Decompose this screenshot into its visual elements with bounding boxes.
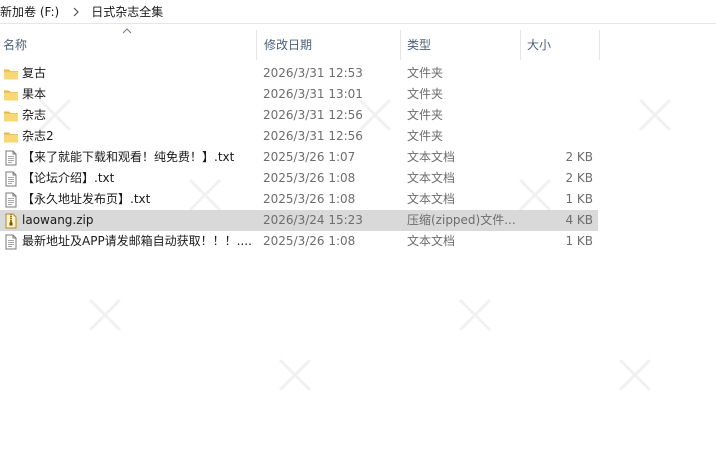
column-header-name[interactable]: 名称: [0, 30, 256, 60]
file-name: 【来了就能下载和观看！纯免费！】.txt: [22, 150, 235, 164]
file-name: 杂志: [22, 108, 47, 122]
file-size: 2 KB: [565, 150, 593, 164]
file-type: 文件夹: [407, 66, 444, 80]
file-size: 1 KB: [565, 234, 593, 248]
file-row[interactable]: 杂志2 2026/3/31 12:56 文件夹: [0, 126, 598, 147]
file-list: 复古 2026/3/31 12:53 文件夹 果本 2026/3/31 13:01 文件夹…: [0, 63, 600, 252]
text-file-icon: [3, 234, 19, 250]
file-name: 果本: [22, 87, 47, 101]
text-file-icon: [3, 192, 19, 208]
file-date-modified: 2025/3/26 1:08: [263, 171, 356, 185]
zip-file-icon: [3, 213, 19, 229]
file-explorer-window: 新加卷 (F:) 日式杂志全集 名称 修改日期 类型 大小 复古 2026/3/3…: [0, 0, 716, 451]
file-size: 1 KB: [565, 192, 593, 206]
file-type: 文本文档: [407, 192, 456, 206]
file-type: 文本文档: [407, 171, 456, 185]
folder-icon: [3, 66, 19, 82]
file-date-modified: 2026/3/31 12:56: [263, 129, 363, 143]
file-date-modified: 2026/3/24 15:23: [263, 213, 363, 227]
file-size: 4 KB: [565, 213, 593, 227]
column-header-date[interactable]: 修改日期: [256, 30, 400, 60]
file-row[interactable]: laowang.zip 2026/3/24 15:23 压缩(zipped)文件..…: [0, 210, 598, 231]
file-type: 压缩(zipped)文件...: [407, 213, 516, 227]
file-name: 杂志2: [22, 129, 54, 143]
file-type: 文件夹: [407, 87, 444, 101]
file-date-modified: 2025/3/26 1:07: [263, 150, 356, 164]
text-file-icon: [3, 150, 19, 166]
file-size: [520, 84, 593, 105]
file-size: [520, 63, 593, 84]
sort-ascending-icon: [122, 28, 132, 34]
file-name: 最新地址及APP请发邮箱自动获取！！！....: [22, 234, 252, 248]
column-header-type[interactable]: 类型: [400, 30, 520, 60]
file-size: 2 KB: [565, 171, 593, 185]
file-date-modified: 2026/3/31 13:01: [263, 87, 363, 101]
folder-icon: [3, 87, 19, 103]
file-row[interactable]: 【论坛介绍】.txt 2025/3/26 1:08 文本文档 2 KB: [0, 168, 598, 189]
column-header-size[interactable]: 大小: [520, 30, 600, 60]
file-date-modified: 2025/3/26 1:08: [263, 192, 356, 206]
file-type: 文件夹: [407, 129, 444, 143]
file-type: 文本文档: [407, 150, 456, 164]
breadcrumb-item-folder[interactable]: 日式杂志全集: [89, 3, 165, 20]
breadcrumb-item-drive[interactable]: 新加卷 (F:): [0, 3, 61, 20]
breadcrumb: 新加卷 (F:) 日式杂志全集: [0, 0, 716, 24]
file-name: 复古: [22, 66, 47, 80]
text-file-icon: [3, 171, 19, 187]
file-name: laowang.zip: [22, 213, 94, 227]
chevron-right-icon[interactable]: [69, 7, 83, 17]
file-row[interactable]: 【永久地址发布页】.txt 2025/3/26 1:08 文本文档 1 KB: [0, 189, 598, 210]
file-date-modified: 2025/3/26 1:08: [263, 234, 356, 248]
column-header-row: 名称 修改日期 类型 大小: [0, 28, 600, 60]
file-row[interactable]: 复古 2026/3/31 12:53 文件夹: [0, 63, 598, 84]
file-row[interactable]: 【来了就能下载和观看！纯免费！】.txt 2025/3/26 1:07 文本文档 2 …: [0, 147, 598, 168]
file-size: [520, 126, 593, 147]
folder-icon: [3, 108, 19, 124]
file-name: 【永久地址发布页】.txt: [22, 192, 151, 206]
file-date-modified: 2026/3/31 12:53: [263, 66, 363, 80]
file-size: [520, 105, 593, 126]
folder-icon: [3, 129, 19, 145]
file-name: 【论坛介绍】.txt: [22, 171, 115, 185]
file-date-modified: 2026/3/31 12:56: [263, 108, 363, 122]
file-type: 文本文档: [407, 234, 456, 248]
file-row[interactable]: 果本 2026/3/31 13:01 文件夹: [0, 84, 598, 105]
file-row[interactable]: 最新地址及APP请发邮箱自动获取！！！.... 2025/3/26 1:08 文本文…: [0, 231, 598, 252]
file-type: 文件夹: [407, 108, 444, 122]
file-row[interactable]: 杂志 2026/3/31 12:56 文件夹: [0, 105, 598, 126]
